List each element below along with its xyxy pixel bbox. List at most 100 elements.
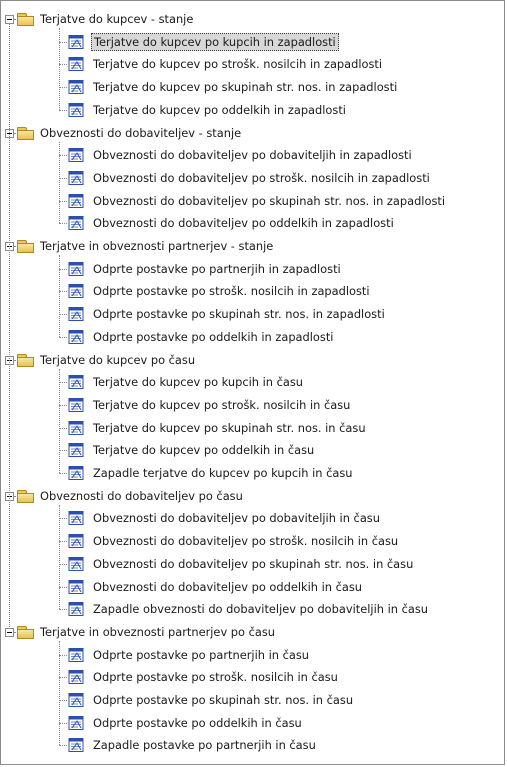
tree-group[interactable]: Terjatve do kupcev - stanje bbox=[1, 10, 504, 28]
tree-item[interactable]: Terjatve do kupcev po kupcih in času bbox=[1, 373, 504, 391]
folder-icon bbox=[17, 489, 35, 503]
report-icon bbox=[68, 466, 85, 480]
tree-item[interactable]: Obveznosti do dobaviteljev po skupinah s… bbox=[1, 192, 504, 210]
folder-icon bbox=[17, 240, 35, 253]
tree-item[interactable]: Odprte postavke po partnerjih in zapadlo… bbox=[1, 260, 504, 278]
tree-connector bbox=[59, 109, 67, 111]
tree-group-label: Terjatve in obveznosti partnerjev po čas… bbox=[40, 624, 276, 639]
tree-item[interactable]: Obveznosti do dobaviteljev po oddelkih i… bbox=[1, 214, 504, 232]
tree-connector bbox=[59, 336, 67, 338]
tree-group-label: Obveznosti do dobaviteljev - stanje bbox=[40, 125, 242, 140]
tree-item[interactable]: Zapadle postavke po partnerjih in času bbox=[1, 736, 504, 754]
tree-item[interactable]: Zapadle terjatve do kupcev po kupcih in … bbox=[1, 464, 504, 482]
tree-item[interactable]: Terjatve do kupcev po skupinah str. nos.… bbox=[1, 419, 504, 437]
report-icon bbox=[68, 284, 85, 299]
report-icon bbox=[68, 670, 85, 685]
tree-connector bbox=[59, 586, 67, 588]
tree-item[interactable]: Obveznosti do dobaviteljev po dobavitelj… bbox=[1, 509, 504, 527]
report-icon bbox=[68, 57, 85, 72]
tree-item-label: Terjatve do kupcev po skupinah str. nos.… bbox=[93, 420, 366, 435]
tree-item[interactable]: Odprte postavke po strošk. nosilcih in č… bbox=[1, 668, 504, 686]
report-icon bbox=[68, 193, 85, 208]
report-icon bbox=[68, 693, 85, 707]
report-icon bbox=[68, 511, 85, 526]
report-icon bbox=[68, 534, 85, 549]
tree-item[interactable]: Terjatve do kupcev po oddelkih in zapadl… bbox=[1, 101, 504, 119]
tree-item[interactable]: Terjatve do kupcev po strošk. nosilcih i… bbox=[1, 55, 504, 73]
tree-item-label: Zapadle postavke po partnerjih in času bbox=[93, 738, 316, 753]
report-icon bbox=[68, 329, 85, 344]
tree-item[interactable]: Odprte postavke po oddelkih in zapadlost… bbox=[1, 328, 504, 346]
tree-item-label: Odprte postavke po partnerjih in zapadlo… bbox=[93, 261, 341, 276]
collapse-toggle-icon[interactable] bbox=[5, 15, 14, 24]
tree-connector bbox=[59, 87, 67, 89]
tree-item-label: Odprte postavke po oddelkih in zapadlost… bbox=[93, 329, 334, 344]
tree-connector bbox=[59, 64, 67, 66]
tree-connector bbox=[59, 427, 67, 429]
report-icon bbox=[68, 647, 85, 662]
tree-item-label: Odprte postavke po skupinah str. nos. in… bbox=[93, 307, 385, 322]
tree-connector bbox=[59, 563, 67, 565]
tree-item-label: Terjatve do kupcev po skupinah str. nos.… bbox=[93, 80, 398, 95]
tree-item[interactable]: Terjatve do kupcev po skupinah str. nos.… bbox=[1, 78, 504, 96]
tree-connector bbox=[59, 314, 67, 316]
tree-item[interactable]: Obveznosti do dobaviteljev po strošk. no… bbox=[1, 169, 504, 187]
tree-item-label: Odprte postavke po skupinah str. nos. in… bbox=[93, 693, 354, 707]
tree-item[interactable]: Zapadle obveznosti do dobaviteljev po do… bbox=[1, 600, 504, 618]
tree-connector bbox=[59, 382, 67, 384]
report-icon bbox=[68, 80, 85, 95]
report-icon bbox=[68, 579, 85, 594]
tree-group[interactable]: Terjatve in obveznosti partnerjev - stan… bbox=[1, 237, 504, 255]
tree-item[interactable]: Odprte postavke po strošk. nosilcih in z… bbox=[1, 282, 504, 300]
tree-item-label: Obveznosti do dobaviteljev po skupinah s… bbox=[93, 193, 446, 208]
tree-item-label: Obveznosti do dobaviteljev po dobavitelj… bbox=[93, 148, 412, 163]
tree-item[interactable]: Obveznosti do dobaviteljev po skupinah s… bbox=[1, 555, 504, 573]
report-icon bbox=[68, 420, 85, 435]
tree-group[interactable]: Obveznosti do dobaviteljev - stanje bbox=[1, 124, 504, 142]
tree-connector bbox=[59, 722, 67, 724]
tree-connector bbox=[59, 450, 67, 452]
tree-item-label: Terjatve do kupcev po oddelkih in zapadl… bbox=[93, 102, 346, 117]
collapse-toggle-icon[interactable] bbox=[5, 627, 14, 637]
tree-connector bbox=[59, 200, 67, 202]
tree-item[interactable]: Obveznosti do dobaviteljev po dobavitelj… bbox=[1, 146, 504, 164]
tree-connector bbox=[59, 155, 67, 157]
tree-group[interactable]: Terjatve do kupcev po času bbox=[1, 351, 504, 369]
tree-item-label: Terjatve do kupcev po oddelkih in času bbox=[93, 443, 315, 458]
tree-item[interactable]: Odprte postavke po skupinah str. nos. in… bbox=[1, 691, 504, 709]
report-tree-panel: Terjatve do kupcev - stanje Terjatve do k… bbox=[0, 0, 505, 765]
report-icon bbox=[68, 715, 85, 730]
report-icon bbox=[68, 375, 85, 390]
tree-item[interactable]: Obveznosti do dobaviteljev po oddelkih i… bbox=[1, 578, 504, 596]
tree-group[interactable]: Obveznosti do dobaviteljev po času bbox=[1, 487, 504, 505]
tree-connector bbox=[59, 223, 67, 225]
tree-connector bbox=[59, 654, 67, 656]
report-icon bbox=[68, 170, 85, 185]
folder-icon bbox=[17, 353, 35, 367]
report-icon bbox=[68, 102, 85, 117]
tree-item-label: Obveznosti do dobaviteljev po strošk. no… bbox=[93, 170, 430, 185]
tree-item[interactable]: Odprte postavke po oddelkih in času bbox=[1, 714, 504, 732]
tree-group[interactable]: Terjatve in obveznosti partnerjev po čas… bbox=[1, 623, 504, 641]
tree-item-label: Terjatve do kupcev po kupcih in času bbox=[93, 375, 304, 390]
tree-item[interactable]: Obveznosti do dobaviteljev po strošk. no… bbox=[1, 532, 504, 550]
report-icon bbox=[68, 397, 85, 412]
tree-connector bbox=[59, 677, 67, 679]
tree-item-label: Terjatve do kupcev po strošk. nosilcih i… bbox=[93, 397, 351, 412]
tree-item[interactable]: Odprte postavke po skupinah str. nos. in… bbox=[1, 305, 504, 323]
report-icon bbox=[68, 148, 85, 163]
tree-item[interactable]: Terjatve do kupcev po oddelkih in času bbox=[1, 441, 504, 459]
tree-connector bbox=[59, 609, 67, 611]
report-icon bbox=[68, 602, 85, 617]
tree-item-label: Zapadle terjatve do kupcev po kupcih in … bbox=[93, 466, 353, 480]
folder-icon bbox=[17, 13, 35, 26]
tree-item-label: Odprte postavke po strošk. nosilcih in z… bbox=[93, 284, 370, 299]
tree-connector bbox=[59, 177, 67, 179]
tree-item[interactable]: Terjatve do kupcev po strošk. nosilcih i… bbox=[1, 396, 504, 414]
report-icon bbox=[68, 34, 85, 49]
report-icon bbox=[68, 738, 85, 753]
tree-connector bbox=[59, 700, 67, 701]
tree-group-label: Terjatve in obveznosti partnerjev - stan… bbox=[40, 239, 274, 253]
tree-item[interactable]: Terjatve do kupcev po kupcih in zapadlos… bbox=[1, 32, 504, 51]
tree-item[interactable]: Odprte postavke po partnerjih in času bbox=[1, 646, 504, 664]
